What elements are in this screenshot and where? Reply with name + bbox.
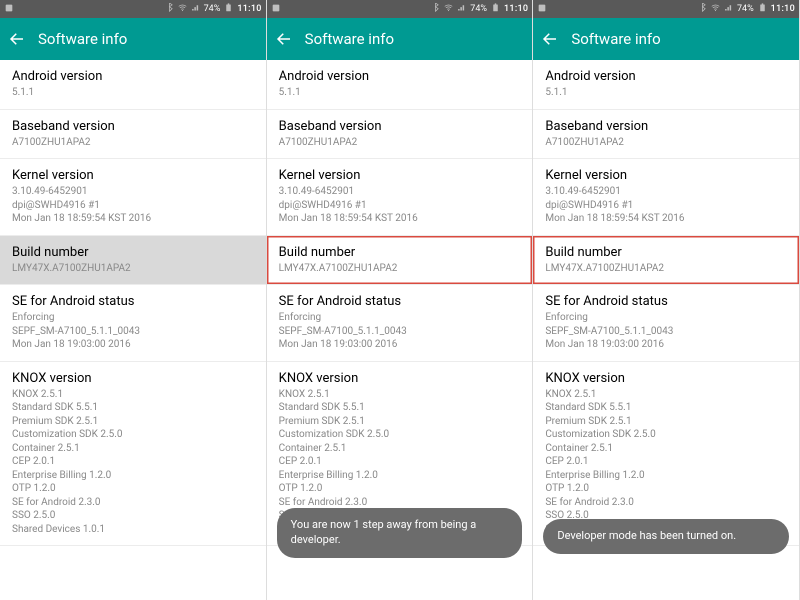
battery-text: 74%	[737, 4, 754, 14]
battery-icon	[758, 3, 767, 15]
row-android-version[interactable]: Android version5.1.1	[533, 60, 799, 110]
row-baseband-version[interactable]: Baseband versionA7100ZHU1APA2	[533, 110, 799, 160]
page-title: Software info	[38, 30, 127, 48]
app-bar: Software info	[0, 18, 266, 60]
row-baseband-version[interactable]: Baseband versionA7100ZHU1APA2	[0, 110, 266, 160]
screenshot-icon	[4, 3, 16, 16]
bluetooth-icon	[431, 3, 440, 15]
battery-text: 74%	[204, 4, 221, 14]
status-bar: 74% 11:10	[0, 0, 266, 18]
app-bar: Software info	[533, 18, 799, 60]
settings-list[interactable]: Android version5.1.1 Baseband versionA71…	[0, 60, 266, 600]
row-build-number[interactable]: Build numberLMY47X.A7100ZHU1APA2	[0, 236, 266, 286]
bluetooth-icon	[698, 3, 707, 15]
row-kernel-version[interactable]: Kernel version3.10.49-6452901dpi@SWHD491…	[0, 159, 266, 236]
row-kernel-version[interactable]: Kernel version3.10.49-6452901dpi@SWHD491…	[533, 159, 799, 236]
wifi-icon	[711, 3, 720, 15]
row-kernel-version[interactable]: Kernel version3.10.49-6452901dpi@SWHD491…	[267, 159, 533, 236]
row-se-status[interactable]: SE for Android statusEnforcingSEPF_SM-A7…	[0, 285, 266, 362]
row-se-status[interactable]: SE for Android statusEnforcingSEPF_SM-A7…	[533, 285, 799, 362]
signal-icon	[457, 3, 466, 15]
row-android-version[interactable]: Android version5.1.1	[267, 60, 533, 110]
screen-3: 74% 11:10 Software info Android version5…	[533, 0, 800, 600]
back-button[interactable]	[275, 30, 293, 48]
wifi-icon	[444, 3, 453, 15]
page-title: Software info	[571, 30, 660, 48]
clock: 11:10	[504, 4, 528, 14]
settings-list[interactable]: Android version5.1.1 Baseband versionA71…	[267, 60, 533, 600]
row-baseband-version[interactable]: Baseband versionA7100ZHU1APA2	[267, 110, 533, 160]
page-title: Software info	[305, 30, 394, 48]
settings-list[interactable]: Android version5.1.1 Baseband versionA71…	[533, 60, 799, 600]
row-knox-version[interactable]: KNOX versionKNOX 2.5.1Standard SDK 5.5.1…	[0, 362, 266, 547]
screenshot-icon	[271, 3, 283, 16]
battery-icon	[491, 3, 500, 15]
back-button[interactable]	[8, 30, 26, 48]
screen-2: 74% 11:10 Software info Android version5…	[267, 0, 534, 600]
status-bar: 74% 11:10	[267, 0, 533, 18]
row-android-version[interactable]: Android version5.1.1	[0, 60, 266, 110]
row-build-number[interactable]: Build numberLMY47X.A7100ZHU1APA2	[267, 236, 533, 286]
screen-1: 74% 11:10 Software info Android version5…	[0, 0, 267, 600]
clock: 11:10	[771, 4, 795, 14]
toast-developer-mode-on: Developer mode has been turned on.	[543, 519, 789, 554]
app-bar: Software info	[267, 18, 533, 60]
row-build-number[interactable]: Build numberLMY47X.A7100ZHU1APA2	[533, 236, 799, 286]
clock: 11:10	[237, 4, 261, 14]
bluetooth-icon	[165, 3, 174, 15]
wifi-icon	[178, 3, 187, 15]
status-bar: 74% 11:10	[533, 0, 799, 18]
battery-text: 74%	[470, 4, 487, 14]
screenshot-icon	[537, 3, 549, 16]
back-button[interactable]	[541, 30, 559, 48]
battery-icon	[224, 3, 233, 15]
toast-developer-steps: You are now 1 step away from being a dev…	[277, 508, 523, 558]
signal-icon	[724, 3, 733, 15]
signal-icon	[191, 3, 200, 15]
row-se-status[interactable]: SE for Android statusEnforcingSEPF_SM-A7…	[267, 285, 533, 362]
